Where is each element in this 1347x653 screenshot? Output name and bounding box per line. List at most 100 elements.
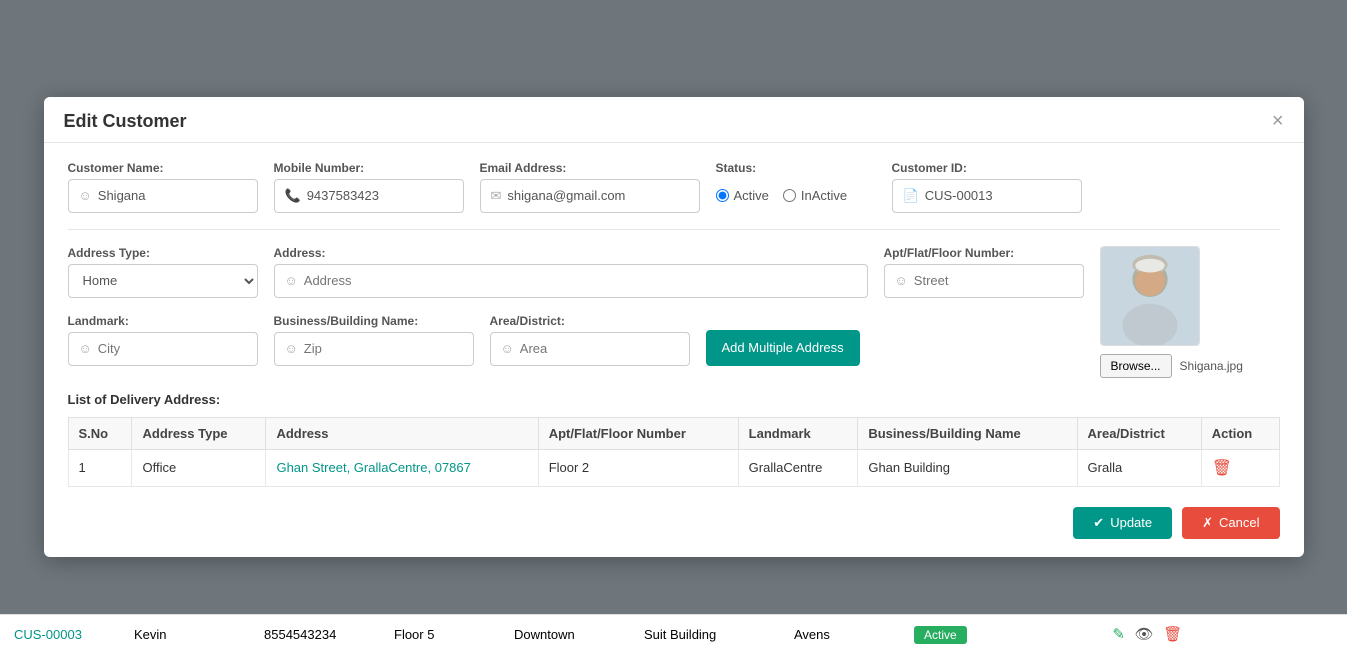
apt-label: Apt/Flat/Floor Number:	[884, 246, 1084, 260]
cell-address-type: Office	[132, 449, 266, 486]
customer-name-field[interactable]: ☺	[68, 179, 258, 213]
bottom-area: Avens	[780, 615, 900, 653]
mobile-field[interactable]: 📞	[274, 179, 464, 213]
col-address-type: Address Type	[132, 417, 266, 449]
bottom-landmark: Downtown	[500, 615, 630, 653]
customer-name-input[interactable]	[98, 188, 274, 203]
cell-area: Gralla	[1077, 449, 1201, 486]
mobile-input[interactable]	[307, 188, 483, 203]
cell-action: 🗑	[1201, 449, 1279, 486]
area-label: Area/District:	[490, 314, 690, 328]
x-icon: ✗	[1202, 515, 1213, 531]
bottom-status-cell: Active	[900, 615, 1095, 653]
customer-id-field: 📄	[892, 179, 1082, 213]
address-link[interactable]: Ghan Street, GrallaCentre, 07867	[276, 460, 470, 475]
trash-icon[interactable]: 🗑	[1163, 626, 1182, 643]
status-inactive-label: InActive	[801, 188, 847, 203]
col-area: Area/District	[1077, 417, 1201, 449]
apt-input[interactable]	[914, 273, 1090, 288]
delivery-table: S.No Address Type Address Apt/Flat/Floor…	[68, 417, 1280, 487]
edit-icon[interactable]: ✎	[1112, 626, 1125, 643]
customer-id-group: Customer ID: 📄	[892, 161, 1082, 213]
customer-name-group: Customer Name: ☺	[68, 161, 258, 213]
email-input[interactable]	[507, 188, 688, 203]
status-label: Status:	[716, 161, 876, 175]
cell-landmark: GrallaCentre	[738, 449, 858, 486]
col-action: Action	[1201, 417, 1279, 449]
modal-close-button[interactable]: ×	[1272, 111, 1284, 131]
landmark-label: Landmark:	[68, 314, 258, 328]
customer-photo	[1100, 246, 1200, 346]
bottom-table: CUS-00003 Kevin 8554543234 Floor 5 Downt…	[0, 615, 1347, 653]
section-divider	[68, 229, 1280, 230]
modal-header: Edit Customer ×	[44, 97, 1304, 143]
update-button[interactable]: ✔ Update	[1073, 507, 1172, 539]
address-label: Address:	[274, 246, 868, 260]
bottom-bar: CUS-00003 Kevin 8554543234 Floor 5 Downt…	[0, 614, 1347, 653]
customer-id-label: Customer ID:	[892, 161, 1082, 175]
area-icon: ☺	[501, 341, 514, 356]
business-label: Business/Building Name:	[274, 314, 474, 328]
status-options: Active InActive	[716, 179, 876, 213]
cancel-label: Cancel	[1219, 515, 1259, 530]
landmark-group: Landmark: ☺	[68, 314, 258, 366]
business-field[interactable]: ☺	[274, 332, 474, 366]
col-apt: Apt/Flat/Floor Number	[538, 417, 738, 449]
add-multiple-address-button[interactable]: Add Multiple Address	[706, 330, 860, 366]
table-row: 1 Office Ghan Street, GrallaCentre, 0786…	[68, 449, 1279, 486]
apt-field[interactable]: ☺	[884, 264, 1084, 298]
address-fields: Address Type: Home Office Other Address:…	[68, 246, 1084, 382]
status-badge: Active	[914, 626, 967, 644]
landmark-field[interactable]: ☺	[68, 332, 258, 366]
customer-info-row: Customer Name: ☺ Mobile Number: 📞	[68, 161, 1280, 213]
col-sno: S.No	[68, 417, 132, 449]
area-field[interactable]: ☺	[490, 332, 690, 366]
apt-icon: ☺	[895, 273, 908, 288]
modal-backdrop: Edit Customer × Customer Name: ☺ Mobile …	[0, 0, 1347, 653]
cell-address: Ghan Street, GrallaCentre, 07867	[266, 449, 538, 486]
bottom-actions-cell: ✎ 👁 🗑	[1095, 615, 1347, 653]
status-group: Status: Active InActive	[716, 161, 876, 213]
user-icon: ☺	[79, 188, 92, 203]
address-field[interactable]: ☺	[274, 264, 868, 298]
modal-title: Edit Customer	[64, 111, 187, 132]
cell-sno: 1	[68, 449, 132, 486]
business-input[interactable]	[304, 341, 480, 356]
delivery-section-label: List of Delivery Address:	[68, 392, 1280, 407]
delivery-section: List of Delivery Address: S.No Address T…	[68, 392, 1280, 487]
status-active-label: Active	[734, 188, 769, 203]
eye-icon[interactable]: 👁	[1135, 626, 1154, 643]
email-icon: ✉	[491, 188, 502, 204]
mobile-label: Mobile Number:	[274, 161, 464, 175]
apt-group: Apt/Flat/Floor Number: ☺	[884, 246, 1084, 298]
status-active-option[interactable]: Active	[716, 188, 769, 203]
customer-id-input[interactable]	[925, 188, 1101, 203]
address-type-label: Address Type:	[68, 246, 258, 260]
business-group: Business/Building Name: ☺	[274, 314, 474, 366]
email-label: Email Address:	[480, 161, 700, 175]
landmark-icon: ☺	[79, 341, 92, 356]
delete-row-button[interactable]: 🗑	[1212, 458, 1232, 478]
phone-icon: 📞	[285, 188, 301, 204]
bottom-mobile: 8554543234	[250, 615, 380, 653]
id-icon: 📄	[903, 188, 919, 204]
update-label: Update	[1110, 515, 1152, 530]
col-business: Business/Building Name	[858, 417, 1077, 449]
delivery-table-header-row: S.No Address Type Address Apt/Flat/Floor…	[68, 417, 1279, 449]
col-landmark: Landmark	[738, 417, 858, 449]
area-input[interactable]	[520, 341, 696, 356]
bottom-business: Suit Building	[630, 615, 780, 653]
address-type-select[interactable]: Home Office Other	[68, 264, 258, 298]
browse-row: Browse... Shigana.jpg	[1100, 354, 1243, 378]
address-input[interactable]	[304, 273, 857, 288]
status-inactive-option[interactable]: InActive	[783, 188, 847, 203]
edit-customer-modal: Edit Customer × Customer Name: ☺ Mobile …	[44, 97, 1304, 557]
landmark-input[interactable]	[98, 341, 274, 356]
browse-button[interactable]: Browse...	[1100, 354, 1172, 378]
status-inactive-radio[interactable]	[783, 189, 796, 202]
address-type-group: Address Type: Home Office Other	[68, 246, 258, 298]
email-field[interactable]: ✉	[480, 179, 700, 213]
cancel-button[interactable]: ✗ Cancel	[1182, 507, 1279, 539]
status-active-radio[interactable]	[716, 189, 729, 202]
modal-footer: ✔ Update ✗ Cancel	[44, 507, 1304, 557]
